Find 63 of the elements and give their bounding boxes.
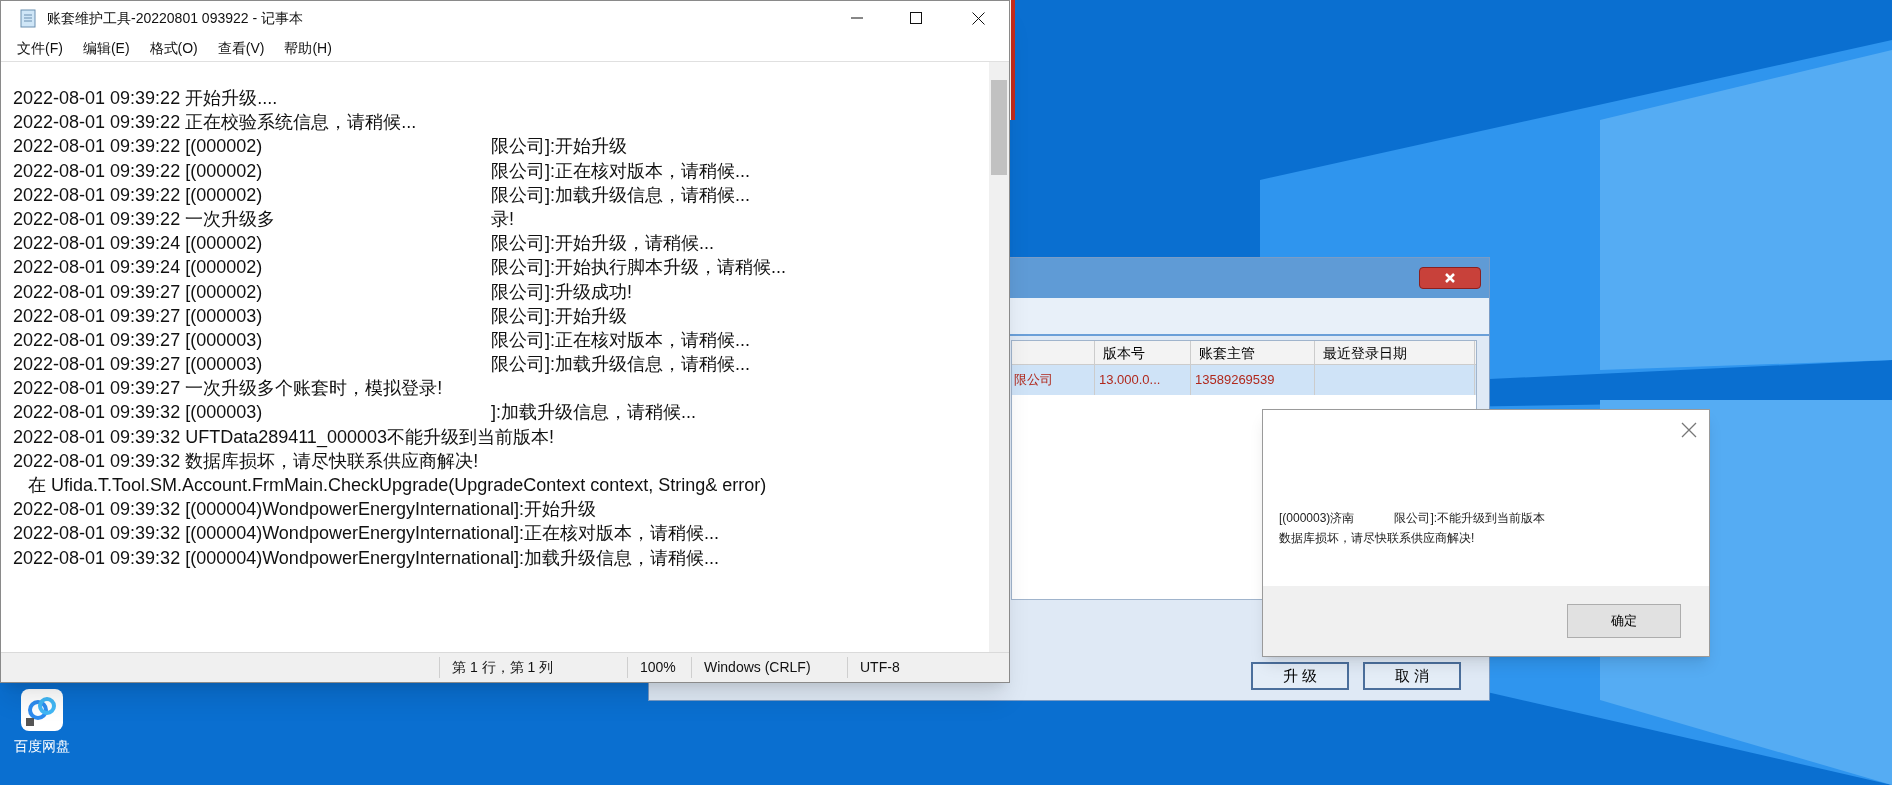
log-line: 2022-08-01 09:39:32 [(000004)WondpowerEnergyInternational]:正在核对版本，请稍候... — [13, 522, 720, 546]
table-cell: 限公司 — [1012, 365, 1095, 395]
menu-item[interactable]: 文件(F) — [15, 37, 65, 59]
window-title: 账套维护工具-20220801 093922 - 记事本 — [47, 8, 303, 28]
status-text: UTF-8 — [847, 657, 987, 678]
log-line: 限公司]:正在核对版本，请稍候... — [491, 159, 750, 183]
log-line: 2022-08-01 09:39:32 [(000004)WondpowerEnergyInternational]:加载升级信息，请稍候... — [13, 546, 720, 570]
notepad-icon — [19, 8, 37, 28]
log-line: 2022-08-01 09:39:27 [(000002) — [13, 280, 264, 304]
log-line: 2022-08-01 09:39:27 [(000003) — [13, 353, 264, 377]
column-header[interactable]: 版本号 — [1095, 341, 1191, 364]
log-line: 2022-08-01 09:39:32 [(000004)WondpowerEnergyInternational]:开始升级 — [13, 498, 597, 522]
log-line: 2022-08-01 09:39:27 [(000003) — [13, 328, 264, 352]
log-line: 限公司]:开始升级 — [491, 135, 627, 159]
log-line: 2022-08-01 09:39:22 开始升级.... — [13, 87, 278, 110]
log-line: 限公司]:开始升级 — [491, 304, 627, 328]
log-line: 限公司]:加载升级信息，请稍候... — [491, 183, 750, 207]
scrollbar[interactable] — [989, 62, 1009, 652]
log-line: 2022-08-01 09:39:32 UFTData289411_000003不能升级到当前版本! — [13, 425, 554, 449]
table-cell: 13.000.0... — [1095, 365, 1191, 395]
log-line: 录! — [491, 207, 514, 231]
column-header[interactable]: 账套主管 — [1191, 341, 1315, 364]
log-line: 2022-08-01 09:39:22 [(000002) — [13, 159, 264, 183]
dialog-button[interactable]: 升 级 — [1251, 662, 1349, 690]
log-line: 2022-08-01 09:39:32 [(000003) — [13, 401, 264, 425]
menu-item[interactable]: 帮助(H) — [282, 37, 334, 59]
log-line: 2022-08-01 09:39:27 [(000003) — [13, 304, 264, 328]
close-icon[interactable] — [1681, 422, 1697, 438]
close-icon — [971, 11, 985, 25]
minimize-icon — [851, 17, 863, 19]
menu-item[interactable]: 查看(V) — [215, 37, 267, 59]
column-header[interactable]: 最近登录日期 — [1315, 341, 1475, 364]
maximize-icon — [910, 12, 922, 24]
log-line: 限公司]:开始执行脚本升级，请稍候... — [491, 256, 786, 280]
log-line: 2022-08-01 09:39:22 [(000002) — [13, 135, 264, 159]
log-line: 限公司]:升级成功! — [491, 280, 632, 304]
dialog-button[interactable]: 取 消 — [1363, 662, 1461, 690]
ok-button[interactable]: 确定 — [1567, 604, 1681, 638]
log-line: 限公司]:正在核对版本，请稍候... — [491, 328, 750, 352]
log-line: 2022-08-01 09:39:27 一次升级多个账套时，模拟登录! — [13, 377, 443, 401]
close-icon — [1444, 272, 1456, 284]
log-line: 2022-08-01 09:39:22 正在校验系统信息，请稍候... — [13, 111, 417, 135]
app-icon[interactable] — [20, 688, 64, 732]
log-line: 限公司]:开始升级，请稍候... — [491, 232, 714, 256]
log-line: 2022-08-01 09:39:22 [(000002) — [13, 183, 264, 207]
table-row[interactable]: 限公司 13.000.0... 13589269539 — [1012, 365, 1476, 395]
log-line: 在 Ufida.T.Tool.SM.Account.FrmMain.CheckUpgrade(UpgradeContext context, String& error) — [27, 474, 767, 497]
status-text: Windows (CRLF) — [691, 657, 847, 678]
status-text: 第 1 行，第 1 列 — [439, 657, 627, 678]
log-line: 2022-08-01 09:39:24 [(000002) — [13, 232, 264, 256]
log-line: ]:加载升级信息，请稍候... — [491, 401, 696, 425]
status-text: 100% — [627, 657, 691, 678]
menu-item[interactable]: 格式(O) — [147, 37, 200, 59]
message-text: [(000003)济南 限公司]:不能升级到当前版本 数据库损坏，请尽快联系供应商解决! — [1279, 510, 1547, 547]
close-button[interactable] — [1419, 267, 1481, 289]
table-cell: 13589269539 — [1191, 365, 1315, 395]
menu-item[interactable]: 编辑(E) — [80, 37, 132, 59]
log-line: 2022-08-01 09:39:24 [(000002) — [13, 256, 264, 280]
log-line: 限公司]:加载升级信息，请稍候... — [491, 353, 750, 377]
log-line: 2022-08-01 09:39:22 一次升级多 — [13, 207, 277, 231]
icon-label: 百度网盘 — [14, 737, 70, 756]
log-line: 2022-08-01 09:39:32 数据库损坏，请尽快联系供应商解决! — [13, 449, 479, 473]
scrollbar-thumb[interactable] — [991, 80, 1007, 175]
